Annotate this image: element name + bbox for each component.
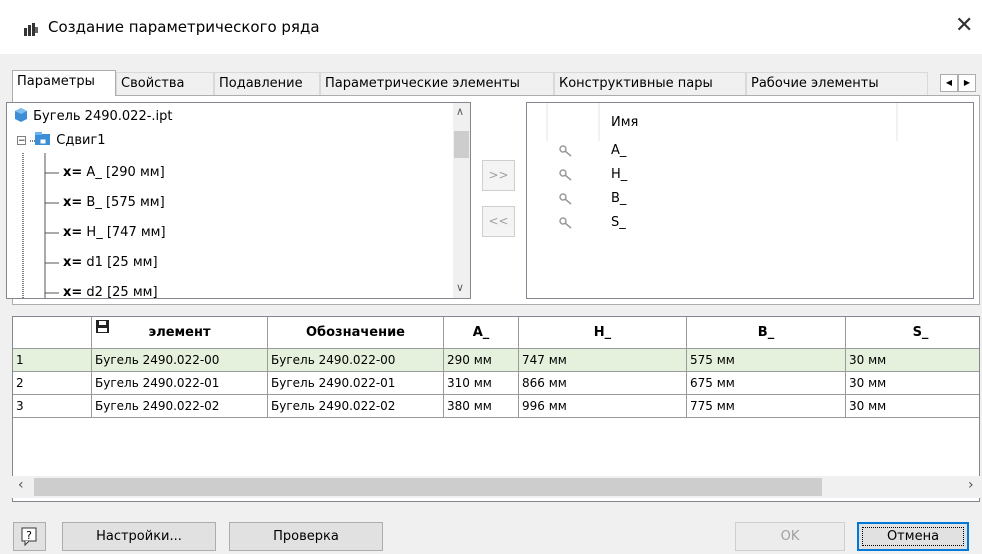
tab-parametric-features[interactable]: Параметрические элементы [320,72,554,95]
tree-root-item[interactable]: Бугель 2490.022-.ipt [13,105,173,129]
tab-scroll-right-icon[interactable]: ▶ [958,74,976,92]
tab-work-features[interactable]: Рабочие элементы [746,72,928,95]
list-item[interactable]: A_ [527,139,973,163]
scroll-down-icon[interactable]: ∨ [456,281,464,294]
tree-group-label: Сдвиг1 [56,133,106,148]
parameter-x-icon: x= [63,255,83,270]
list-item[interactable]: B_ [527,187,973,211]
list-item-label: A_ [611,143,627,158]
add-parameter-button[interactable]: >> [482,160,515,191]
table-header-a[interactable]: A_ [444,317,519,349]
cell-b[interactable]: 775 мм [687,395,846,418]
parametric-row-app-icon [24,23,38,36]
cell-h[interactable]: 866 мм [519,372,687,395]
collapse-minus-icon[interactable]: − [17,136,26,146]
table-corner-cell [13,317,92,349]
cell-b[interactable]: 575 мм [687,349,846,372]
table-header-b[interactable]: B_ [687,317,846,349]
help-button[interactable]: ? [13,522,46,551]
cell-b[interactable]: 675 мм [687,372,846,395]
parameter-x-icon: x= [63,195,83,210]
table-header-designation[interactable]: Обозначение [268,317,444,349]
row-number[interactable]: 3 [13,395,92,418]
list-item-label: S_ [611,215,626,230]
close-icon[interactable]: ✕ [955,14,973,38]
cell-element[interactable]: Бугель 2490.022-00 [92,349,268,372]
cell-element[interactable]: Бугель 2490.022-02 [92,395,268,418]
tree-param-label: H_ [747 мм] [86,225,166,240]
key-icon [559,193,572,205]
part-cube-icon [15,108,27,122]
key-icon [559,217,572,229]
table-header-h[interactable]: H_ [519,317,687,349]
cell-h[interactable]: 747 мм [519,349,687,372]
list-item[interactable]: S_ [527,211,973,235]
key-icon [559,169,572,181]
help-icon: ? [21,527,37,546]
tree-param-item[interactable]: x= d1 [25 мм] [63,251,158,275]
table-header-element[interactable]: элемент [92,317,268,349]
cell-s[interactable]: 30 мм [846,372,979,395]
list-item-label: B_ [611,191,627,206]
check-button[interactable]: Проверка [229,522,383,551]
cell-a[interactable]: 310 мм [444,372,519,395]
title-bar: Создание параметрического ряда ✕ [0,0,982,54]
scroll-up-icon[interactable]: ∧ [456,105,464,118]
cell-a[interactable]: 290 мм [444,349,519,372]
cancel-button[interactable]: Отмена [857,522,969,551]
parameter-x-icon: x= [63,225,83,240]
table-horizontal-scrollbar[interactable]: ‹ › [12,476,980,498]
scroll-thumb[interactable] [34,478,822,496]
remove-parameter-button[interactable]: << [482,206,515,237]
save-icon [96,320,109,333]
tab-constructive-pairs[interactable]: Конструктивные пары [554,72,746,95]
tree-param-label: d2 [25 мм] [86,285,158,299]
scroll-left-icon[interactable]: ‹ [18,477,24,493]
folder-icon [35,132,51,145]
parametric-table[interactable]: элемент Обозначение A_ H_ B_ S_ 1 Бугель… [12,316,980,502]
tree-param-label: A_ [290 мм] [86,165,165,180]
parameter-tree[interactable]: Бугель 2490.022-.ipt − Сдвиг1 x= A_ [290… [6,102,471,299]
cell-h[interactable]: 996 мм [519,395,687,418]
tab-parameters[interactable]: Параметры [12,70,116,96]
row-number[interactable]: 2 [13,372,92,395]
selected-parameters-list[interactable]: Имя A_ H_ B_ S_ [526,102,974,299]
cell-designation[interactable]: Бугель 2490.022-01 [268,372,444,395]
tree-param-item[interactable]: x= B_ [575 мм] [63,191,165,215]
tree-param-item[interactable]: x= A_ [290 мм] [63,161,165,185]
cell-a[interactable]: 380 мм [444,395,519,418]
column-label: элемент [148,325,211,340]
ok-button[interactable]: OK [735,522,845,551]
scroll-thumb[interactable] [454,131,469,158]
cell-element[interactable]: Бугель 2490.022-01 [92,372,268,395]
parameter-x-icon: x= [63,285,83,299]
window-title: Создание параметрического ряда [48,18,320,36]
tab-properties[interactable]: Свойства [116,72,214,95]
tree-param-item[interactable]: x= H_ [747 мм] [63,221,166,245]
key-icon [559,145,572,157]
tree-vertical-scrollbar[interactable]: ∧ ∨ [453,103,470,298]
scroll-right-icon[interactable]: › [968,477,974,493]
focus-ring [862,527,964,546]
parameter-x-icon: x= [63,165,83,180]
tree-group-item[interactable]: − Сдвиг1 [17,129,106,153]
tree-param-label: d1 [25 мм] [86,255,158,270]
list-item[interactable]: H_ [527,163,973,187]
tab-scroll-left-icon[interactable]: ◀ [940,74,958,92]
tree-param-item[interactable]: x= d2 [25 мм] [63,281,158,299]
tab-strip: Параметры Свойства Подавление Параметрич… [12,70,980,96]
tab-suppression[interactable]: Подавление [214,72,320,95]
settings-button[interactable]: Настройки... [62,522,216,551]
tree-root-label: Бугель 2490.022-.ipt [33,109,173,124]
table-header-s[interactable]: S_ [846,317,979,349]
list-header-name: Имя [611,115,639,130]
cell-designation[interactable]: Бугель 2490.022-02 [268,395,444,418]
tree-param-label: B_ [575 мм] [86,195,165,210]
row-number[interactable]: 1 [13,349,92,372]
list-item-label: H_ [611,167,628,182]
svg-text:?: ? [26,529,32,542]
cell-s[interactable]: 30 мм [846,349,979,372]
cell-designation[interactable]: Бугель 2490.022-00 [268,349,444,372]
cell-s[interactable]: 30 мм [846,395,979,418]
